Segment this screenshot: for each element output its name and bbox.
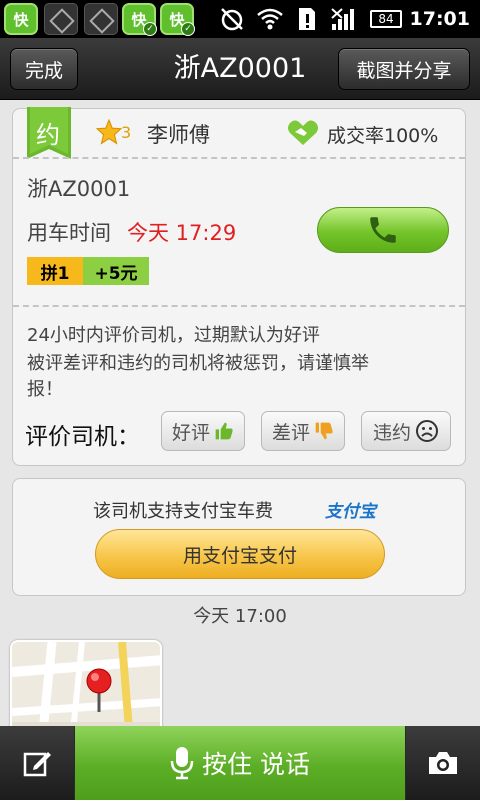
hold-to-talk-button[interactable]: 按住 说话 [74, 726, 406, 800]
deal-rate: 成交率100% [327, 125, 439, 147]
app-letter: 快 [13, 10, 29, 29]
driver-name: 李师傅 [147, 123, 210, 147]
sad-face-icon [416, 420, 438, 442]
status-icons [219, 6, 356, 32]
bonus-tag: +5元 [83, 257, 149, 285]
camera-icon [429, 752, 457, 774]
divider [13, 157, 465, 159]
rate-driver-label: 评价司机： [25, 424, 140, 450]
signal-icon [331, 8, 354, 30]
breach-report-label: 违约 [372, 421, 411, 444]
message-timestamp: 今天 17:00 [193, 606, 287, 627]
kuaidi-app-icon: 快 ✓ [160, 3, 195, 36]
rating-notice-line3: 报！ [27, 379, 63, 400]
good-review-label: 好评 [171, 421, 210, 444]
microphone-icon [170, 747, 194, 780]
bad-review-button[interactable]: 差评 [261, 411, 345, 451]
done-button[interactable]: 完成 [10, 48, 78, 90]
kuaidi-app-icon: 快 ✓ [122, 3, 157, 36]
status-bar: 快 快 ✓ 快 ✓ 84 17:01 [0, 0, 480, 38]
edit-icon [23, 752, 51, 777]
badge-label: 约 [36, 121, 60, 149]
battery-level: 84 [378, 12, 394, 26]
alipay-support-text: 该司机支持支付宝车费 [93, 501, 273, 522]
divider [13, 305, 465, 307]
alipay-logo: 支付宝 [325, 502, 376, 522]
compose-text-button[interactable] [0, 726, 74, 800]
map-pin-icon [86, 668, 112, 712]
bad-review-label: 差评 [271, 421, 310, 444]
handshake-icon [288, 120, 318, 145]
good-review-button[interactable]: 好评 [161, 411, 245, 451]
plate-number: 浙AZ0001 [27, 177, 131, 201]
breach-report-button[interactable]: 违约 [361, 411, 451, 451]
alarm-off-icon [221, 8, 243, 31]
star-icon [95, 119, 123, 145]
title-bar: 浙AZ0001 完成 截图并分享 [0, 38, 480, 100]
ride-tags: 拼1 +5元 [27, 257, 149, 285]
clock: 17:01 [409, 8, 470, 30]
alipay-card: 该司机支持支付宝车费 支付宝 用支付宝支付 [12, 478, 466, 596]
battery-icon: 84 [370, 10, 402, 28]
carpool-tag: 拼1 [27, 257, 83, 285]
bottom-bar: 按住 说话 [0, 726, 480, 800]
phone-icon [370, 217, 396, 243]
kuaidi-app-icon: 快 [4, 3, 38, 35]
share-screenshot-button[interactable]: 截图并分享 [338, 48, 470, 90]
sd-card-icon [299, 8, 315, 30]
ride-time-label: 用车时间 [27, 221, 111, 245]
location-map-thumbnail[interactable] [10, 640, 162, 740]
appointment-badge: 约 [27, 107, 71, 159]
alipay-pay-button[interactable]: 用支付宝支付 [95, 529, 385, 579]
wifi-icon [257, 8, 283, 30]
thumbs-down-icon [315, 422, 333, 440]
ride-time-value: 今天 17:29 [127, 221, 237, 245]
star-count: 3 [121, 123, 132, 142]
driver-card: 约 3 李师傅 成交率100% 浙AZ0001 用车时间 今天 17:29 拼1… [12, 107, 466, 466]
hold-to-talk-label: 按住 说话 [202, 750, 310, 779]
rating-notice-line1: 24小时内评价司机，过期默认为好评 [27, 325, 320, 346]
call-driver-button[interactable] [317, 207, 449, 253]
image-notification-icon [44, 3, 78, 35]
camera-button[interactable] [406, 726, 480, 800]
rating-notice-line2: 被评差评和违约的司机将被惩罚，请谨慎举 [27, 353, 369, 374]
image-notification-icon [84, 3, 118, 35]
thumbs-up-icon [215, 422, 233, 440]
